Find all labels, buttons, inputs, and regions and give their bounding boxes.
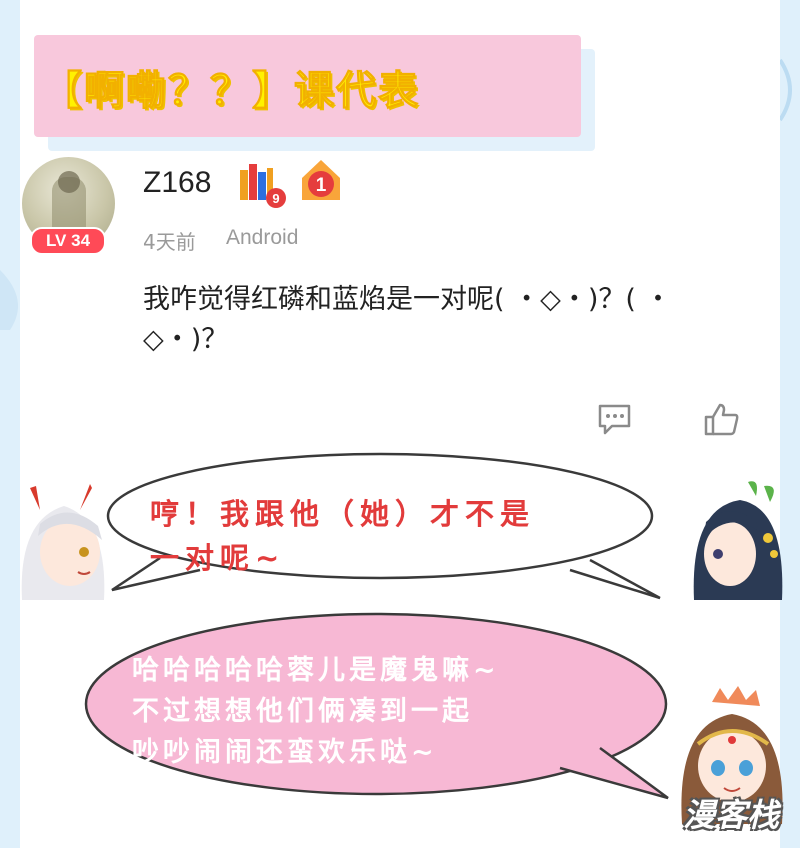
comment-line-1: 我咋觉得红磷和蓝焰是一对呢( ・◇・)？( ・ — [143, 284, 672, 315]
bubble-bottom-text: 哈哈哈哈哈蓉儿是魔鬼嘛~ 不过想想他们俩凑到一起 吵吵闹闹还蛮欢乐哒~ — [132, 650, 500, 773]
bubble-bottom-line-1: 哈哈哈哈哈蓉儿是魔鬼嘛~ — [132, 655, 500, 686]
comment-icon[interactable] — [596, 402, 634, 438]
level-badge: LV 34 — [30, 227, 106, 255]
bubble-bottom-line-3: 吵吵闹闹还蛮欢乐哒~ — [132, 737, 438, 768]
like-icon[interactable] — [702, 402, 742, 438]
watermark-logo: 漫客栈 — [682, 796, 779, 834]
white-hair-character-icon — [21, 484, 105, 600]
username[interactable]: Z168 — [143, 166, 211, 200]
post-time: 4天前 — [143, 230, 196, 254]
dark-hair-character-icon — [693, 481, 783, 600]
page-title: 【啊嘞？？】课代表 — [42, 68, 420, 115]
level-number: 34 — [71, 231, 91, 250]
rank-medal-icon: 1 — [302, 160, 340, 200]
comment-line-2: ◇・)？ — [143, 324, 229, 355]
post-device: Android — [226, 226, 299, 249]
bookshelf-medal-icon: 9 — [240, 164, 286, 208]
comment-text: 我咋觉得红磷和蓝焰是一对呢( ・◇・)？( ・ ◇・)？ — [143, 280, 783, 360]
bubble-top-line-1: 哼！我跟他（她）才不是 — [150, 497, 536, 531]
medal-count: 9 — [272, 191, 279, 206]
bubble-bottom-line-2: 不过想想他们俩凑到一起 — [132, 696, 473, 727]
bubble-top-text: 哼！我跟他（她）才不是 一对呢~ — [150, 492, 535, 580]
bubble-top-line-2: 一对呢~ — [150, 541, 286, 575]
level-prefix: LV — [45, 231, 67, 250]
rank-number: 1 — [316, 175, 327, 196]
